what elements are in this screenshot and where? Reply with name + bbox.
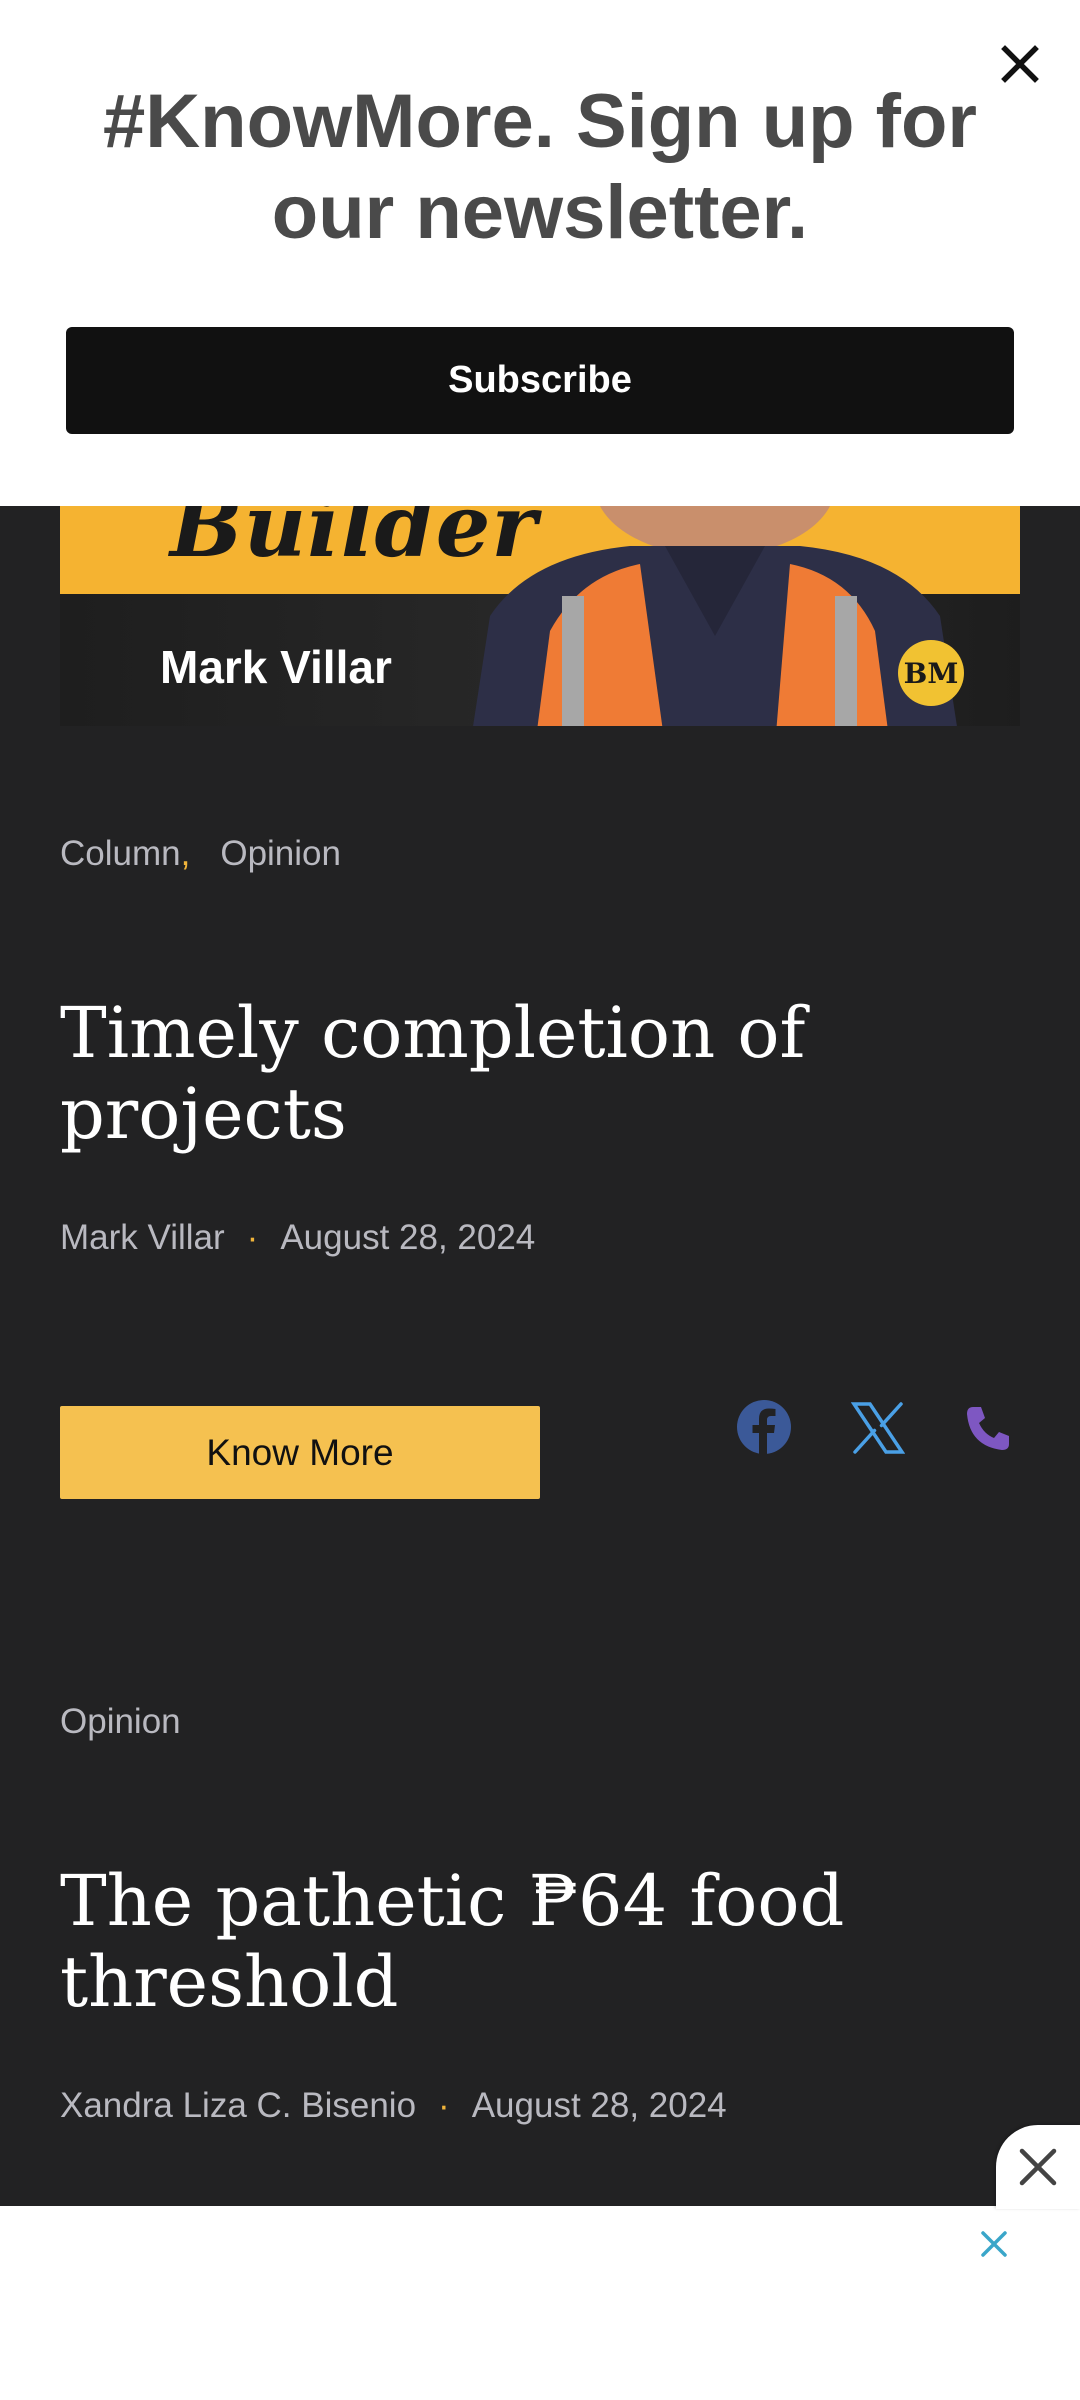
article-meta: Mark Villar · August 28, 2024 (60, 1218, 535, 1258)
article-categories: Opinion (60, 1702, 181, 1742)
category-link-opinion[interactable]: Opinion (220, 834, 341, 873)
article-meta: Xandra Liza C. Bisenio · August 28, 2024 (60, 2086, 727, 2126)
newsletter-popup: #KnowMore. Sign up for our newsletter. S… (0, 0, 1080, 506)
newsletter-title: #KnowMore. Sign up for our newsletter. (103, 79, 977, 255)
category-link-opinion[interactable]: Opinion (60, 1702, 181, 1741)
know-more-button[interactable]: Know More (60, 1406, 540, 1499)
close-icon (981, 2231, 1007, 2257)
close-icon (1019, 2148, 1057, 2186)
subscribe-button[interactable]: Subscribe (66, 327, 1014, 434)
facebook-icon (737, 1400, 791, 1455)
article-hero-image[interactable]: Builder Mark Villar BM (60, 506, 1020, 726)
x-twitter-icon (851, 1402, 905, 1454)
article-author[interactable]: Xandra Liza C. Bisenio (60, 2086, 416, 2125)
hero-name-text: Mark Villar (160, 641, 392, 693)
article-author[interactable]: Mark Villar (60, 1218, 225, 1257)
article-date: August 28, 2024 (280, 1218, 536, 1257)
meta-separator-dot: · (438, 2086, 450, 2125)
article-categories: Column, Opinion (60, 834, 341, 874)
category-separator: , (180, 834, 191, 873)
share-facebook-button[interactable] (734, 1397, 794, 1457)
bm-logo: BM (898, 640, 964, 706)
category-link-column[interactable]: Column (60, 834, 181, 873)
share-x-button[interactable] (848, 1398, 908, 1458)
ad-collapse-tab[interactable] (996, 2125, 1080, 2209)
share-phone-button[interactable] (958, 1398, 1018, 1458)
article-title[interactable]: Timely completion of projects (60, 993, 960, 1155)
meta-separator-dot: · (246, 1218, 259, 1257)
person-photo (473, 506, 957, 726)
article-date: August 28, 2024 (471, 2086, 727, 2125)
article-title[interactable]: The pathetic ₱64 food threshold (60, 1861, 960, 2023)
ad-close-button[interactable] (972, 2222, 1016, 2266)
phone-icon (967, 1407, 1009, 1450)
ad-banner (0, 2206, 1080, 2400)
